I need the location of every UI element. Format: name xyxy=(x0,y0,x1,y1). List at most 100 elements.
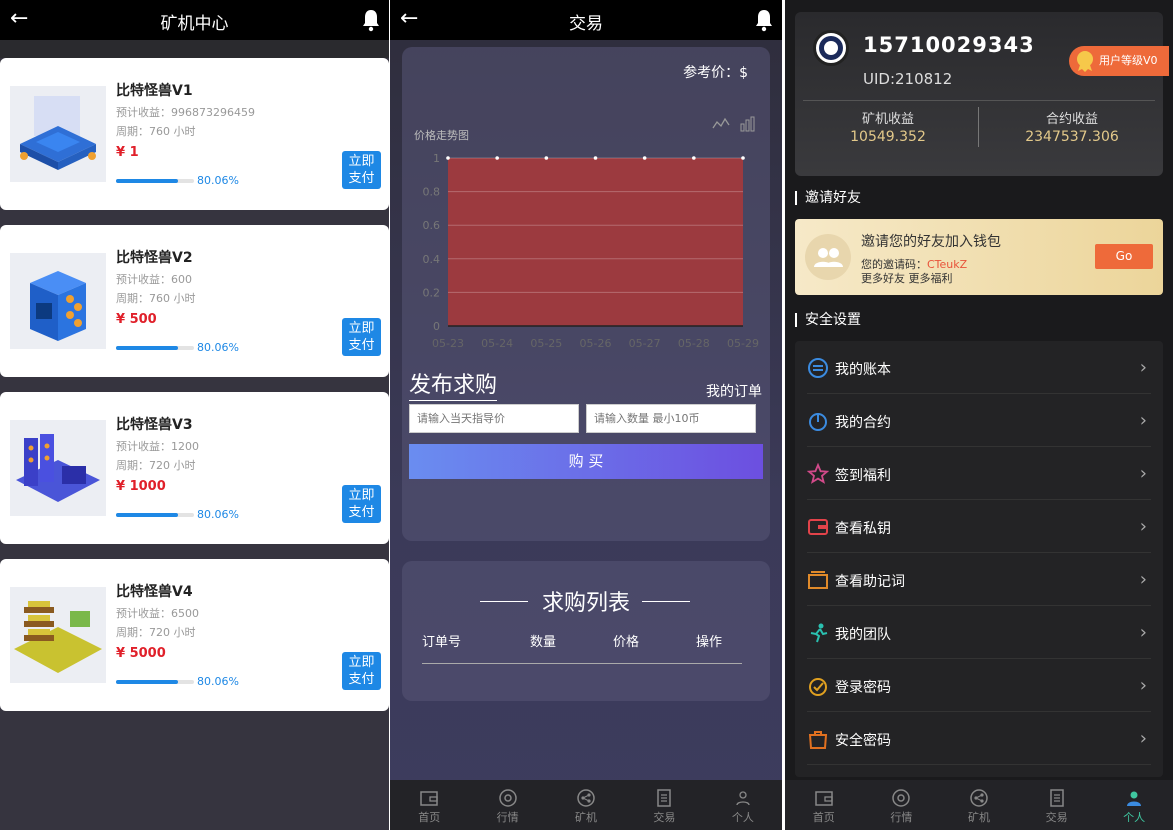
wallet-icon xyxy=(420,791,438,806)
chevron-right-icon: › xyxy=(1139,357,1147,378)
pay-now-button[interactable]: 立即 支付 xyxy=(342,652,381,690)
pay-now-button[interactable]: 立即 支付 xyxy=(342,485,381,523)
compass-icon xyxy=(498,789,517,807)
tab-miner[interactable]: 矿机 xyxy=(940,780,1018,830)
y-tick-label: 0 xyxy=(433,320,440,333)
security-section-title: 安全设置 xyxy=(795,313,861,327)
price-input[interactable] xyxy=(409,404,579,433)
col-quantity: 数量 xyxy=(530,635,557,650)
tab-miner[interactable]: 矿机 xyxy=(547,780,625,830)
user-level-badge: 用户等级V0 xyxy=(1069,46,1169,76)
data-point xyxy=(741,156,745,160)
machine-image xyxy=(10,86,106,182)
progress-bar xyxy=(116,513,194,517)
machine-image xyxy=(10,420,106,516)
chevron-right-icon: › xyxy=(1139,622,1147,643)
data-point xyxy=(495,156,499,160)
progress-bar xyxy=(116,179,194,183)
menu-item-checkin[interactable]: 签到福利 › xyxy=(807,447,1151,500)
tab-trade[interactable]: 交易 xyxy=(625,780,703,830)
chevron-right-icon: › xyxy=(1139,675,1147,696)
document-icon xyxy=(657,789,672,807)
progress-text: 80.06% xyxy=(197,675,239,688)
menu-item-mnemonic[interactable]: 查看助记词 › xyxy=(807,553,1151,606)
buy-list-title: 求购列表 xyxy=(541,591,630,616)
machine-period: 周期：720 小时 xyxy=(116,459,196,472)
tab-home[interactable]: 首页 xyxy=(785,780,863,830)
progress-text: 80.06% xyxy=(197,174,239,187)
machine-est: 预计收益：1200 xyxy=(116,440,199,453)
friends-icon xyxy=(805,234,851,280)
bell-icon[interactable] xyxy=(361,8,381,32)
mining-center-screen: ← 矿机中心 比特怪兽V1 预计收益：996873296459 周期：760 小… xyxy=(0,0,389,830)
person-icon xyxy=(736,791,750,806)
data-point xyxy=(593,156,598,160)
folder-icon xyxy=(808,571,828,589)
bell-icon[interactable] xyxy=(754,8,774,32)
bag-icon xyxy=(808,731,828,749)
price-area xyxy=(448,158,743,326)
machine-period: 周期：760 小时 xyxy=(116,125,196,138)
lock-check-icon xyxy=(809,678,827,696)
wallet-key-icon xyxy=(808,519,828,535)
menu-item-security-password[interactable]: 安全密码 › xyxy=(807,712,1151,765)
tab-market[interactable]: 行情 xyxy=(468,780,546,830)
contract-income-label: 合约收益 xyxy=(1045,112,1098,127)
y-tick-label: 0.4 xyxy=(423,253,441,266)
compass-icon xyxy=(892,789,911,807)
bottom-tab-bar: 首页 行情 矿机 交易 个人 xyxy=(390,780,782,830)
my-orders-link[interactable]: 我的订单 xyxy=(706,381,762,401)
y-tick-label: 0.8 xyxy=(423,186,441,199)
menu-item-ledger[interactable]: 我的账本 › xyxy=(807,341,1151,394)
progress-text: 80.06% xyxy=(197,341,239,354)
chevron-right-icon: › xyxy=(1139,728,1147,749)
ledger-icon xyxy=(808,358,828,378)
menu-item-team[interactable]: 我的团队 › xyxy=(807,606,1151,659)
price-trend-chart: 0 0.2 0.4 0.6 0.8 1 05-23 05-24 05-25 05-26 05-27 0… xyxy=(423,152,759,350)
quantity-input[interactable] xyxy=(586,404,756,433)
menu-item-contract[interactable]: 我的合约 › xyxy=(807,394,1151,447)
data-point xyxy=(446,156,450,160)
reference-price: 参考价：$ xyxy=(683,65,748,81)
x-tick-label: 05-27 xyxy=(629,337,661,350)
team-icon xyxy=(810,623,828,643)
col-price: 价格 xyxy=(613,635,640,650)
avatar[interactable] xyxy=(813,30,849,66)
publish-buy-title: 发布求购 xyxy=(409,372,498,401)
menu-item-login-password[interactable]: 登录密码 › xyxy=(807,659,1151,712)
profile-screen: 15710029343 UID:210812 用户等级V0 矿机收益 10549… xyxy=(785,0,1173,830)
chevron-right-icon: › xyxy=(1139,516,1147,537)
divider xyxy=(803,100,1155,101)
tab-market[interactable]: 行情 xyxy=(863,780,941,830)
go-button[interactable]: Go xyxy=(1095,244,1153,269)
machine-est: 预计收益：600 xyxy=(116,273,192,286)
page-title: 矿机中心 xyxy=(160,14,229,34)
user-id: UID:210812 xyxy=(863,70,953,88)
bar-chart-icon[interactable] xyxy=(740,116,756,132)
tab-trade[interactable]: 交易 xyxy=(1018,780,1096,830)
machine-name: 比特怪兽V2 xyxy=(116,250,193,266)
pay-now-button[interactable]: 立即 支付 xyxy=(342,151,381,189)
contract-icon xyxy=(809,413,827,431)
tab-profile[interactable]: 个人 xyxy=(704,780,782,830)
share-icon xyxy=(577,789,595,807)
line-chart-icon[interactable] xyxy=(712,116,730,132)
pay-now-button[interactable]: 立即 支付 xyxy=(342,318,381,356)
buy-button[interactable]: 购 买 xyxy=(409,444,763,479)
machine-name: 比特怪兽V3 xyxy=(116,417,193,433)
machine-name: 比特怪兽V1 xyxy=(116,83,193,99)
tab-home[interactable]: 首页 xyxy=(390,780,468,830)
menu-item-private-key[interactable]: 查看私钥 › xyxy=(807,500,1151,553)
y-tick-label: 1 xyxy=(433,152,440,165)
tab-profile[interactable]: 个人 xyxy=(1095,780,1173,830)
col-order-no: 订单号 xyxy=(422,635,462,650)
machine-card: 比特怪兽V3 预计收益：1200 周期：720 小时 ¥ 1000 80.06%… xyxy=(0,392,389,544)
data-point xyxy=(544,156,549,160)
x-tick-label: 05-24 xyxy=(481,337,513,350)
chart-title: 价格走势图 xyxy=(414,129,469,142)
mining-income-value: 10549.352 xyxy=(850,129,926,145)
medal-icon xyxy=(1077,51,1093,72)
mining-income-label: 矿机收益 xyxy=(861,112,914,127)
x-tick-label: 05-29 xyxy=(727,337,759,350)
invite-section-title: 邀请好友 xyxy=(795,191,861,205)
